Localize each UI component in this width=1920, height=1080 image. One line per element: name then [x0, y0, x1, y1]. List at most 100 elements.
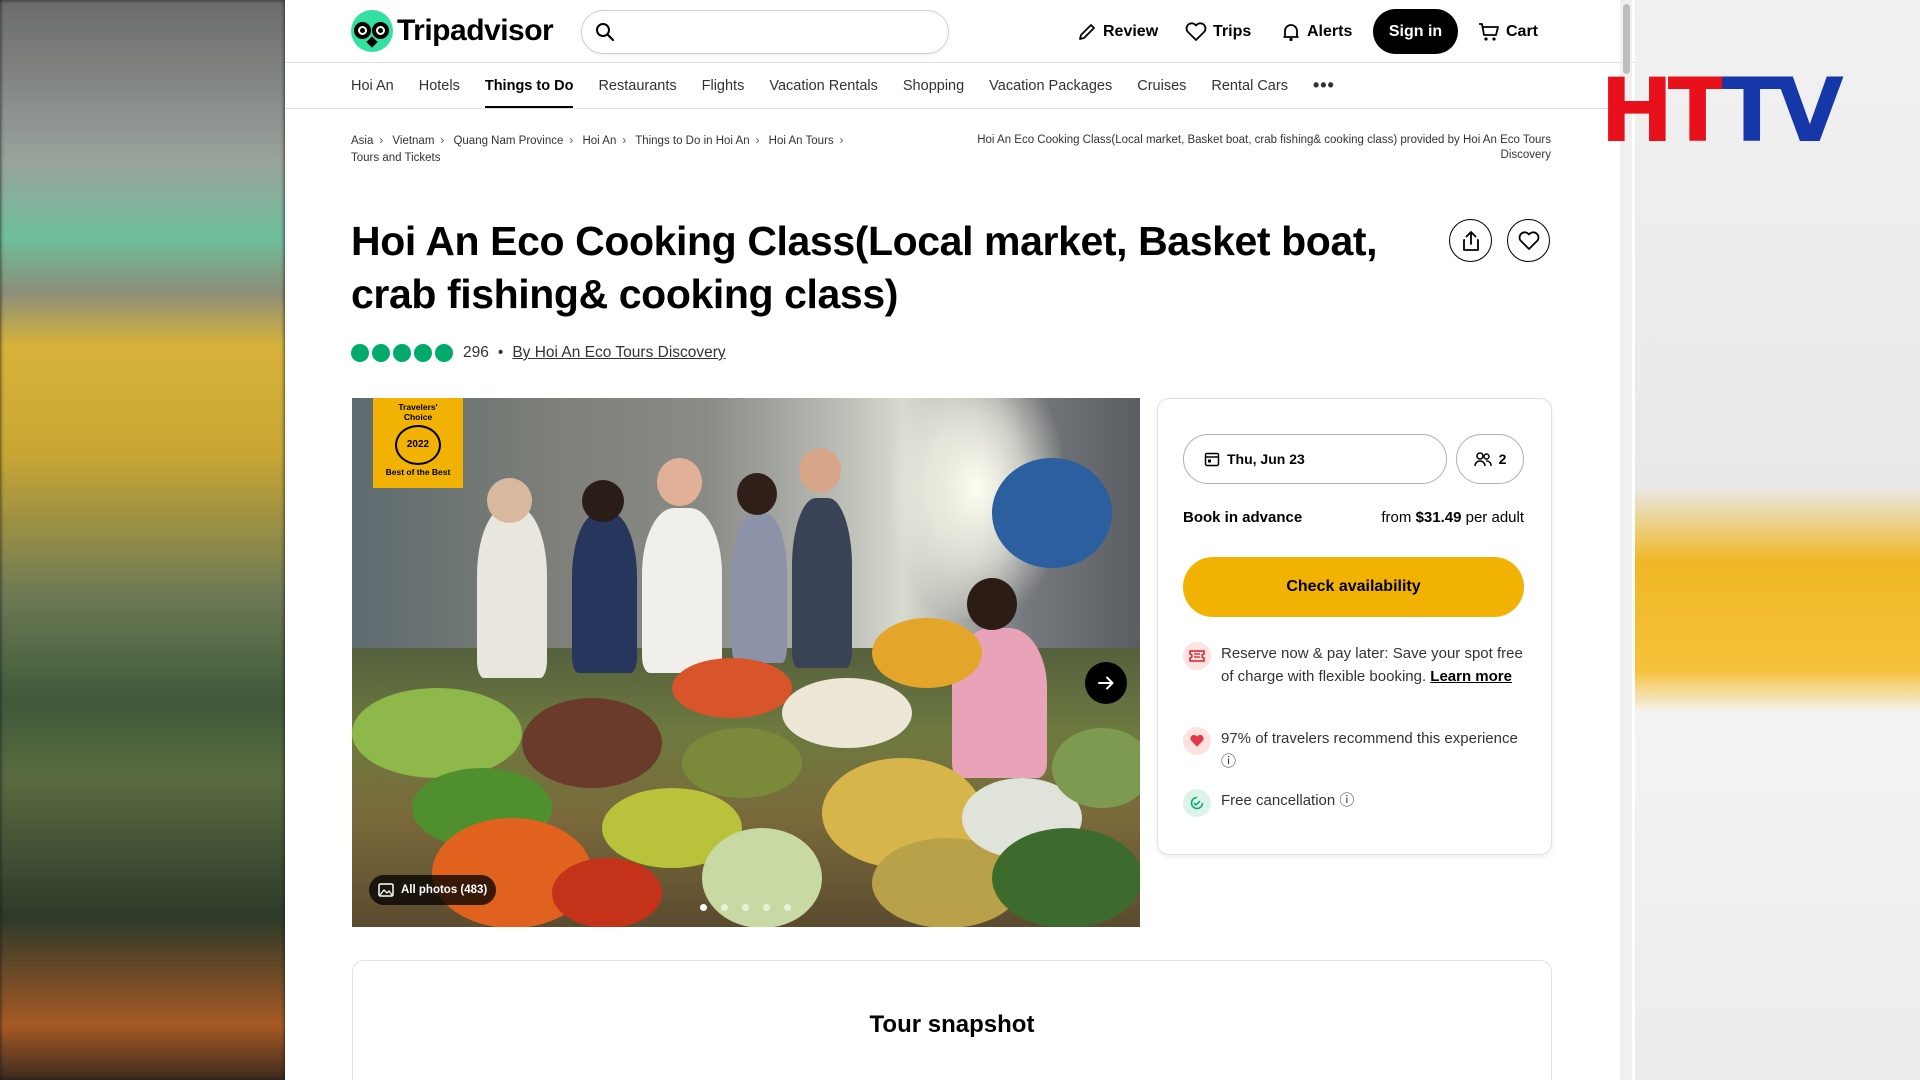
- selected-date: Thu, Jun 23: [1227, 451, 1305, 467]
- price-value: $31.49: [1415, 509, 1462, 526]
- check-availability-button[interactable]: Check availability: [1183, 557, 1524, 617]
- breadcrumb-asia[interactable]: Asia: [351, 135, 373, 147]
- tour-snapshot-section: Tour snapshot: [352, 960, 1552, 1080]
- pagination-dot[interactable]: [700, 904, 707, 911]
- save-heart-button[interactable]: [1507, 219, 1550, 262]
- htv-letter-v: V: [1775, 59, 1844, 162]
- tab-vacation-rentals[interactable]: Vacation Rentals: [769, 63, 878, 108]
- blurred-background-left: [0, 0, 285, 1080]
- all-photos-button[interactable]: All photos (483): [369, 875, 497, 905]
- htv-letter-t1: T: [1667, 59, 1728, 162]
- info-icon[interactable]: ⓘ: [1221, 753, 1236, 770]
- cancel-text: Free cancellation: [1221, 792, 1336, 809]
- cart-label: Cart: [1506, 23, 1539, 40]
- trips-link[interactable]: Trips: [1185, 10, 1251, 54]
- htv-letter-t2: T: [1721, 59, 1782, 162]
- share-button[interactable]: [1449, 219, 1492, 262]
- tabs-divider: [285, 108, 1635, 109]
- recommend-text: 97% of travelers recommend this experien…: [1221, 730, 1518, 747]
- laurel-owl-icon: 2022: [395, 425, 441, 465]
- hero-photo[interactable]: Travelers' Choice 2022 Best of the Best …: [352, 398, 1140, 927]
- pencil-icon: [1079, 24, 1095, 40]
- search-box[interactable]: [581, 10, 949, 54]
- tab-hoi-an[interactable]: Hoi An: [351, 63, 394, 108]
- price-prefix: from: [1381, 509, 1412, 526]
- next-photo-button[interactable]: [1085, 662, 1127, 704]
- browser-page: Tripadvisor Review Trips Alerts Sign in …: [285, 0, 1635, 1080]
- reserve-perk: Reserve now & pay later: Save your spot …: [1183, 642, 1524, 688]
- more-tabs-button[interactable]: •••: [1313, 63, 1335, 108]
- alerts-label: Alerts: [1307, 23, 1353, 40]
- badge-line1: Travelers': [398, 402, 438, 412]
- price-row: Book in advance from $31.49 per adult: [1183, 509, 1524, 526]
- traveler-count: 2: [1498, 451, 1507, 467]
- photo-pagination: [700, 904, 805, 911]
- cart-icon: [1479, 23, 1499, 41]
- breadcrumb-quang-nam[interactable]: Quang Nam Province: [453, 135, 563, 147]
- bell-icon: [1283, 24, 1299, 42]
- tab-cruises[interactable]: Cruises: [1137, 63, 1186, 108]
- pagination-dot[interactable]: [784, 904, 791, 911]
- cancellation-perk: Free cancellation ⓘ: [1183, 789, 1524, 817]
- tripadvisor-logo[interactable]: Tripadvisor: [351, 10, 554, 52]
- price-text: from $31.49 per adult: [1381, 509, 1524, 526]
- heart-icon: [1185, 22, 1207, 41]
- breadcrumb-tours[interactable]: Hoi An Tours: [769, 135, 834, 147]
- rating-row: 296 • By Hoi An Eco Tours Discovery: [351, 341, 726, 365]
- sign-in-button[interactable]: Sign in: [1373, 9, 1458, 54]
- category-tabs: Hoi An Hotels Things to Do Restaurants F…: [351, 63, 1360, 108]
- calendar-icon: [1204, 452, 1220, 467]
- date-picker[interactable]: Thu, Jun 23: [1183, 434, 1447, 484]
- tab-shopping[interactable]: Shopping: [903, 63, 964, 108]
- booking-card: Thu, Jun 23 2 Book in advance from $31.4…: [1157, 398, 1552, 855]
- blurred-background-right: [1635, 0, 1920, 1080]
- pagination-dot[interactable]: [742, 904, 749, 911]
- tab-vacation-packages[interactable]: Vacation Packages: [989, 63, 1112, 108]
- htv-channel-logo: H T T V: [1600, 59, 1844, 162]
- price-suffix: per adult: [1465, 509, 1524, 526]
- review-link[interactable]: Review: [1077, 10, 1158, 54]
- cart-link[interactable]: Cart: [1478, 10, 1538, 54]
- badge-year: 2022: [406, 439, 430, 450]
- pagination-dot[interactable]: [721, 904, 728, 911]
- breadcrumb-things-to-do[interactable]: Things to Do in Hoi An: [635, 135, 749, 147]
- htv-letter-h: H: [1600, 59, 1674, 162]
- ticket-icon: [1183, 642, 1211, 670]
- badge-line3: Best of the Best: [385, 467, 451, 477]
- operator-link[interactable]: By Hoi An Eco Tours Discovery: [512, 344, 725, 362]
- arrow-right-icon: [1098, 676, 1114, 690]
- site-header: Tripadvisor Review Trips Alerts Sign in …: [285, 0, 1635, 63]
- review-count[interactable]: 296: [463, 344, 489, 362]
- search-input[interactable]: [626, 19, 926, 45]
- tour-snapshot-heading: Tour snapshot: [869, 1011, 1035, 1038]
- tab-things-to-do[interactable]: Things to Do: [484, 63, 573, 108]
- heart-filled-icon: [1183, 727, 1211, 755]
- recommend-perk: 97% of travelers recommend this experien…: [1183, 727, 1524, 773]
- heart-icon: [1518, 230, 1539, 250]
- info-icon[interactable]: ⓘ: [1339, 792, 1354, 809]
- alerts-link[interactable]: Alerts: [1281, 10, 1352, 54]
- learn-more-link[interactable]: Learn more: [1430, 668, 1512, 685]
- tab-hotels[interactable]: Hotels: [419, 63, 460, 108]
- pagination-dot[interactable]: [763, 904, 770, 911]
- breadcrumb-current: Hoi An Eco Cooking Class(Local market, B…: [977, 134, 1551, 161]
- refresh-check-icon: [1183, 789, 1211, 817]
- brand-name: Tripadvisor: [397, 14, 554, 47]
- rating-bubble: [351, 344, 369, 362]
- breadcrumb-hoi-an[interactable]: Hoi An: [582, 135, 616, 147]
- tab-rental-cars[interactable]: Rental Cars: [1211, 63, 1288, 108]
- rating-bubble: [393, 344, 411, 362]
- rating-separator: •: [497, 344, 504, 361]
- page-scrollbar[interactable]: [1620, 0, 1632, 1080]
- people-icon: [1473, 452, 1492, 467]
- tab-flights[interactable]: Flights: [702, 63, 745, 108]
- all-photos-label: All photos (483): [401, 884, 488, 896]
- rating-bubble: [414, 344, 432, 362]
- share-icon: [1462, 230, 1479, 251]
- trips-label: Trips: [1213, 23, 1252, 40]
- breadcrumb-vietnam[interactable]: Vietnam: [392, 135, 434, 147]
- breadcrumb-tours-tickets[interactable]: Tours and Tickets: [351, 152, 440, 164]
- book-in-advance-label: Book in advance: [1183, 509, 1303, 526]
- travelers-picker[interactable]: 2: [1456, 434, 1524, 484]
- tab-restaurants[interactable]: Restaurants: [598, 63, 676, 108]
